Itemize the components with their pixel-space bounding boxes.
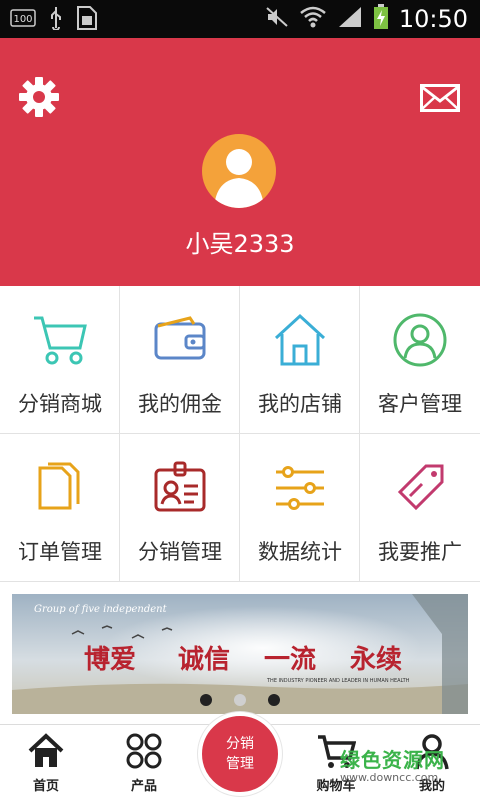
grid-item-label: 我要推广 [378,540,462,564]
svg-text:100: 100 [13,14,32,25]
user-circle-icon [393,313,447,367]
grid-item-my-commission[interactable]: 我的佣金 [120,286,240,434]
username: 小吴2333 [185,230,295,258]
status-bar: 100 10:50 [0,0,480,38]
feature-grid: 分销商城 我的佣金 我的店铺 客户管理 订单管理 分销管理 数据统计 我要推广 [0,286,480,582]
grid-item-distribution-mall[interactable]: 分销商城 [0,286,120,434]
avatar[interactable] [202,134,276,208]
watermark: 绿色资源网 www.downcc.com [340,744,470,784]
center-button-line-1: 分销 [226,736,254,752]
battery-charging-icon [373,4,389,34]
carousel-dot-active[interactable] [234,694,246,706]
banner-carousel[interactable]: Group of five independent 博爱 诚信 一流 永续 TH… [12,594,468,714]
nav-home[interactable]: 首页 [6,731,86,794]
grid-item-promote[interactable]: 我要推广 [360,434,480,582]
status-time: 10:50 [398,5,468,33]
sim-icon [76,6,98,34]
banner-slogan-4: 永续 [350,644,402,675]
grid-item-data-statistics[interactable]: 数据统计 [240,434,360,582]
grid-item-label: 数据统计 [258,540,342,564]
carousel-dots [12,694,468,706]
documents-icon [38,462,80,510]
wallet-icon [154,316,206,360]
banner-slogan-2: 诚信 [178,645,230,675]
usb-icon [48,6,64,34]
grid-item-label: 我的店铺 [258,392,342,416]
grid-item-label: 客户管理 [378,392,462,416]
signal-icon [337,5,363,33]
battery-100-icon: 100 [10,9,36,31]
sliders-icon [276,466,324,510]
mute-icon [265,5,289,33]
banner-slogan-3: 一流 [264,645,316,675]
carousel-dot[interactable] [200,694,212,706]
banner-tagline: THE INDUSTRY PIONEER AND LEADER IN HUMAN… [266,678,410,684]
id-badge-icon [154,461,206,512]
wifi-icon [299,5,327,33]
grid-item-distribution-management[interactable]: 分销管理 [120,434,240,582]
grid-item-customer-management[interactable]: 客户管理 [360,286,480,434]
nav-products-label: 产品 [130,779,157,794]
tag-icon [397,464,444,511]
watermark-title: 绿色资源网 [340,748,445,772]
grid-item-label: 我的佣金 [138,392,222,416]
home-icon [28,733,64,767]
carousel-dot[interactable] [268,694,280,706]
watermark-url: www.downcc.com [340,771,439,784]
gear-icon[interactable] [18,76,60,118]
grid-item-my-shop[interactable]: 我的店铺 [240,286,360,434]
grid-item-label: 分销商城 [18,392,102,416]
banner-script-text: Group of five independent [34,604,168,615]
profile-header: 小吴2333 [0,38,480,286]
banner-slogan-1: 博爱 [84,645,136,675]
grid-icon [126,733,162,769]
cart-icon [34,316,87,365]
grid-item-label: 订单管理 [18,540,102,564]
grid-item-order-management[interactable]: 订单管理 [0,434,120,582]
grid-item-label: 分销管理 [138,540,222,564]
distribution-management-button[interactable]: 分销 管理 [198,712,282,796]
nav-home-label: 首页 [32,779,59,794]
home-icon [274,313,326,366]
mail-icon[interactable] [420,84,460,112]
center-button-line-2: 管理 [226,756,254,772]
nav-products[interactable]: 产品 [104,731,184,794]
